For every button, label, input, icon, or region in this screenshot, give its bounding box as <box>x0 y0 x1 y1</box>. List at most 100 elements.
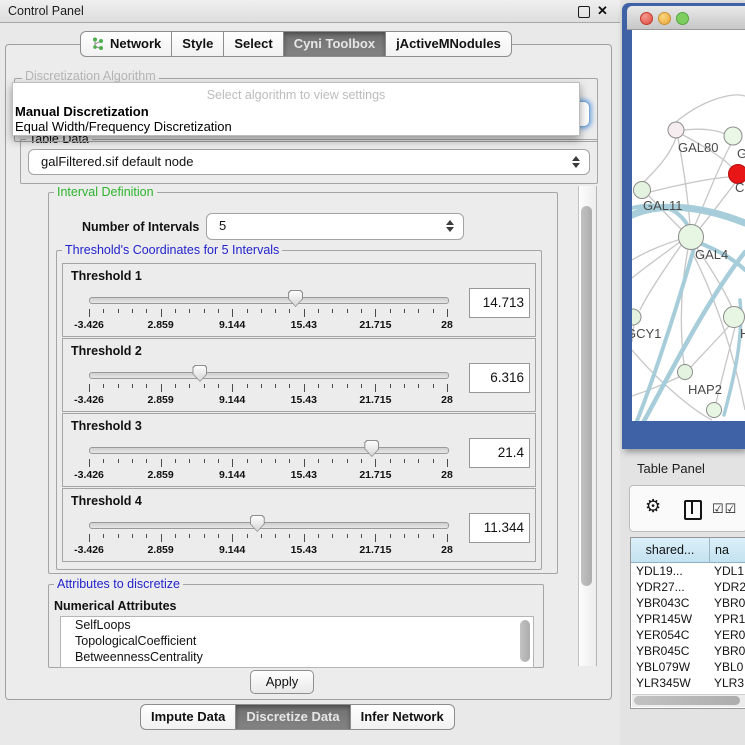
table-panel-title: Table Panel <box>637 461 705 476</box>
tick-mark <box>89 384 90 392</box>
slider-thumb[interactable] <box>192 365 207 382</box>
cell-shared-name: YBR045C <box>631 643 709 659</box>
tick-mark <box>189 309 190 313</box>
attribute-list-item[interactable]: SelfLoops <box>61 617 533 633</box>
threshold-block: Threshold 2-3.4262.8599.14415.4321.71528… <box>62 338 536 412</box>
network-node[interactable] <box>679 225 704 250</box>
table-row[interactable]: YLR345WYLR3 <box>631 675 745 691</box>
slider-thumb[interactable] <box>250 515 265 532</box>
tick-label: 15.43 <box>291 319 317 331</box>
tick-label: 2.859 <box>147 319 173 331</box>
tick-mark <box>261 534 262 538</box>
tab-network[interactable]: Network <box>80 31 172 57</box>
tab-jactivemnodules[interactable]: jActiveMNodules <box>386 31 512 57</box>
slider-thumb[interactable] <box>288 290 303 307</box>
application-window: Control Panel ✕ NetworkStyleSelectCyni T… <box>0 0 745 745</box>
tick-mark <box>275 534 276 538</box>
tick-mark <box>275 459 276 463</box>
column-header-shared-name[interactable]: shared... <box>631 538 710 562</box>
scrollbar-thumb[interactable] <box>581 206 592 586</box>
tick-mark <box>304 309 305 317</box>
network-node[interactable] <box>724 307 745 328</box>
minimize-traffic-light-icon[interactable] <box>658 12 671 25</box>
tick-mark <box>390 534 391 538</box>
zoom-traffic-light-icon[interactable] <box>676 12 689 25</box>
tick-mark <box>404 459 405 463</box>
popup-item-equal-width[interactable]: Equal Width/Frequency Discretization <box>15 119 232 134</box>
tab-discretize-data[interactable]: Discretize Data <box>236 704 350 730</box>
tab-impute-data[interactable]: Impute Data <box>140 704 236 730</box>
table-row[interactable]: YBR045CYBR0 <box>631 643 745 659</box>
tick-label: 2.859 <box>147 469 173 481</box>
tick-mark <box>161 384 162 392</box>
network-node[interactable] <box>678 365 693 380</box>
tick-mark <box>404 309 405 313</box>
threshold-value-field[interactable]: 11.344 <box>469 513 530 543</box>
tab-label: Infer Network <box>361 709 444 724</box>
tab-cyni-toolbox[interactable]: Cyni Toolbox <box>284 31 386 57</box>
tab-label: jActiveMNodules <box>396 36 501 51</box>
table-hscrollbar-thumb[interactable] <box>634 696 740 705</box>
table-data-select[interactable]: galFiltered.sif default node <box>28 149 590 175</box>
network-node[interactable] <box>707 403 722 418</box>
tick-mark <box>418 384 419 388</box>
slider-track[interactable] <box>89 447 449 454</box>
tab-infer-network[interactable]: Infer Network <box>351 704 455 730</box>
table-row[interactable]: YER054CYER0 <box>631 627 745 643</box>
slider-track[interactable] <box>89 522 449 529</box>
panel-scrollbar[interactable] <box>578 186 597 666</box>
attribute-list-item[interactable]: TopologicalCoefficient <box>61 633 533 649</box>
network-node[interactable] <box>724 127 742 145</box>
slider-thumb[interactable] <box>364 440 379 457</box>
tick-mark <box>103 534 104 538</box>
float-window-icon[interactable] <box>578 6 590 18</box>
column-header-name[interactable]: na <box>710 538 745 562</box>
network-node[interactable] <box>634 182 651 199</box>
list-scrollbar-thumb[interactable] <box>520 620 530 662</box>
network-canvas[interactable]: GAL80GCGAL11GAL4GCY1HHAP2 <box>632 30 745 421</box>
table-row[interactable]: YPR145WYPR1 <box>631 611 745 627</box>
network-graph: GAL80GCGAL11GAL4GCY1HHAP2 <box>632 30 745 421</box>
table-row[interactable]: YDR27...YDR2 <box>631 579 745 595</box>
network-node[interactable] <box>668 122 684 138</box>
tick-mark <box>189 534 190 538</box>
tab-style[interactable]: Style <box>172 31 224 57</box>
slider-track[interactable] <box>89 372 449 379</box>
table-row[interactable]: YBR043CYBR0 <box>631 595 745 611</box>
slider-track[interactable] <box>89 297 449 304</box>
tick-label: 15.43 <box>291 544 317 556</box>
node-label: G <box>737 146 745 161</box>
close-traffic-light-icon[interactable] <box>640 12 653 25</box>
tick-label: -3.426 <box>74 319 104 331</box>
numerical-attributes-list[interactable]: SelfLoopsTopologicalCoefficientBetweenne… <box>60 616 534 668</box>
tick-mark <box>390 309 391 313</box>
node-label: GAL11 <box>643 198 683 213</box>
apply-button[interactable]: Apply <box>250 670 314 694</box>
threshold-value-field[interactable]: 14.713 <box>469 288 530 318</box>
number-of-intervals-label: Number of Intervals <box>82 220 199 234</box>
stepper-arrows-icon <box>446 218 455 234</box>
tab-label: Cyni Toolbox <box>294 36 375 51</box>
popup-item-manual[interactable]: Manual Discretization <box>15 104 149 119</box>
threshold-label: Threshold 1 <box>71 269 142 283</box>
attribute-list-item[interactable]: BetweennessCentrality <box>61 649 533 665</box>
split-columns-icon[interactable] <box>684 500 702 520</box>
tick-mark <box>175 534 176 538</box>
tick-label: 9.144 <box>219 319 245 331</box>
threshold-value-field[interactable]: 21.4 <box>469 438 530 468</box>
tick-mark <box>418 309 419 313</box>
number-of-intervals-select[interactable]: 5 <box>206 213 464 240</box>
tick-mark <box>89 459 90 467</box>
tick-mark <box>347 384 348 388</box>
checkboxes-icon[interactable]: ☑☑ <box>712 501 737 517</box>
tick-mark <box>103 384 104 388</box>
network-node[interactable] <box>632 309 641 325</box>
gear-icon[interactable]: ⚙ <box>645 496 661 517</box>
close-icon[interactable]: ✕ <box>597 3 608 19</box>
table-row[interactable]: YBL079WYBL0 <box>631 659 745 675</box>
tick-mark <box>261 384 262 388</box>
threshold-value-field[interactable]: 6.316 <box>469 363 530 393</box>
tick-mark <box>375 309 376 317</box>
table-row[interactable]: YDL19...YDL1 <box>631 563 745 579</box>
tab-select[interactable]: Select <box>224 31 283 57</box>
